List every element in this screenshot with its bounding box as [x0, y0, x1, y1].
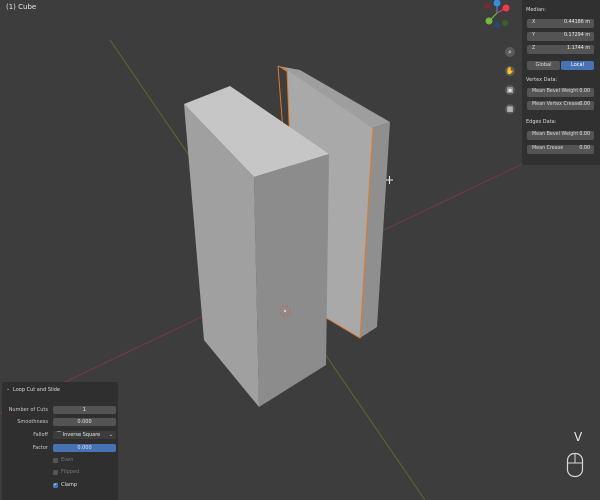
- median-x-label: X: [532, 20, 536, 25]
- left-piece-side: [254, 154, 329, 407]
- camera-icon[interactable]: ▣: [505, 85, 515, 95]
- gizmo-neg-y-axis: [502, 20, 508, 26]
- mouse-icon: [566, 452, 584, 478]
- loop-cut-operator-panel: ⌄ Loop Cut and Slide Number of Cuts 1 Sm…: [2, 382, 118, 500]
- falloff-label: Falloff: [33, 432, 48, 438]
- gizmo-neg-z-axis: [494, 22, 500, 28]
- median-z-field[interactable]: Z 1.1744 m: [527, 45, 594, 54]
- gizmo-x-axis: [502, 4, 510, 12]
- number-of-cuts-field[interactable]: 1: [53, 406, 116, 414]
- median-header: Median:: [526, 7, 546, 13]
- global-toggle-button[interactable]: Global: [527, 61, 560, 70]
- factor-field[interactable]: 0.000: [53, 444, 116, 452]
- median-x-field[interactable]: X 0.44186 m: [527, 19, 594, 28]
- flipped-checkbox[interactable]: [53, 470, 58, 475]
- edges-data-header: Edges Data:: [526, 119, 557, 125]
- edge-mean-bevel-field[interactable]: Mean Bevel Weight 0.00: [527, 131, 594, 140]
- falloff-value: Inverse Square: [62, 432, 101, 438]
- mean-crease-field[interactable]: Mean Crease 0.00: [527, 145, 594, 154]
- vertex-mean-bevel-value: 0.00: [579, 89, 590, 94]
- median-y-label: Y: [532, 33, 535, 38]
- median-y-value: 0.17294 m: [563, 33, 590, 38]
- hand-pan-icon[interactable]: ✋: [505, 66, 515, 76]
- mean-vertex-crease-field[interactable]: Mean Vertex Crease 0.00: [527, 101, 594, 110]
- key-press-indicator: V: [574, 430, 583, 444]
- median-y-field[interactable]: Y 0.17294 m: [527, 32, 594, 41]
- vertex-mean-bevel-label: Mean Bevel Weight: [532, 89, 579, 94]
- object-info-label: (1) Cube: [6, 3, 37, 11]
- clamp-checkbox[interactable]: ✓: [53, 483, 58, 488]
- operator-title: Loop Cut and Slide: [13, 387, 60, 393]
- number-of-cuts-label: Number of Cuts: [8, 407, 48, 413]
- dropdown-chevron-icon: ⌄: [108, 432, 113, 438]
- median-z-label: Z: [532, 46, 536, 51]
- gizmo-y-axis: [485, 17, 493, 25]
- edge-mean-bevel-value: 0.00: [579, 132, 590, 137]
- collapse-chevron-icon[interactable]: ⌄: [6, 386, 10, 392]
- 3d-viewport[interactable]: (1) Cube ⌕ ✋ ▣ ▦ Median: X 0.44186 m Y 0…: [0, 0, 600, 500]
- clamp-label: Clamp: [61, 482, 77, 488]
- zoom-icon[interactable]: ⌕: [505, 47, 515, 57]
- local-toggle-button[interactable]: Local: [561, 61, 594, 70]
- mean-crease-value: 0.00: [579, 146, 590, 151]
- median-z-value: 1.1744 m: [567, 46, 590, 51]
- grid-icon[interactable]: ▦: [505, 104, 515, 114]
- mean-vertex-crease-value: 0.00: [579, 102, 590, 107]
- even-label: Even: [61, 457, 74, 463]
- mean-crease-label: Mean Crease: [532, 146, 564, 151]
- smoothness-label: Smoothness: [17, 419, 48, 425]
- navigation-gizmo: [484, 0, 510, 28]
- even-checkbox[interactable]: [53, 458, 58, 463]
- falloff-curve-icon: ⁀: [57, 432, 62, 438]
- median-x-value: 0.44186 m: [563, 20, 590, 25]
- gizmo-neg-x-axis: [484, 3, 490, 9]
- smoothness-field[interactable]: 0.000: [53, 418, 116, 426]
- falloff-dropdown[interactable]: ⁀ Inverse Square ⌄: [53, 431, 116, 439]
- vertex-mean-bevel-field[interactable]: Mean Bevel Weight 0.00: [527, 88, 594, 97]
- flipped-label: Flipped: [61, 469, 80, 475]
- item-properties-panel: Median: X 0.44186 m Y 0.17294 m Z 1.1744…: [522, 0, 600, 165]
- factor-label: Factor: [32, 445, 48, 451]
- edge-mean-bevel-label: Mean Bevel Weight: [532, 132, 579, 137]
- gizmo-z-axis: [493, 0, 501, 7]
- mean-vertex-crease-label: Mean Vertex Crease: [532, 102, 581, 107]
- mouse-cursor-crosshair: [386, 176, 393, 184]
- vertex-data-header: Vertex Data:: [526, 77, 558, 83]
